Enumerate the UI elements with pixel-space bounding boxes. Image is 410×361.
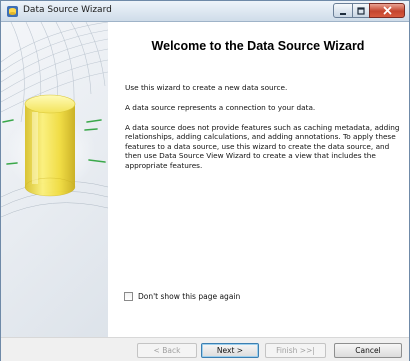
close-icon [383,2,392,20]
intro-paragraph: Use this wizard to create a new data sou… [125,83,288,92]
close-button[interactable] [369,3,405,18]
next-button[interactable]: Next > [201,343,259,358]
banner-panel [1,22,108,337]
maximize-button[interactable] [352,3,370,18]
maximize-icon [357,2,365,20]
dont-show-again-checkbox[interactable] [124,292,133,301]
banner-graphic [1,22,108,218]
dont-show-again-label[interactable]: Don't show this page again [138,292,240,301]
minimize-icon [339,2,347,20]
button-bar: < Back Next > Finish >>| Cancel [1,337,409,361]
wizard-window: Data Source Wizard Welcome to the Data S… [0,0,410,361]
cancel-button[interactable]: Cancel [334,343,402,358]
page-title: Welcome to the Data Source Wizard [151,39,365,53]
finish-button[interactable]: Finish >>| [265,343,326,358]
window-title: Data Source Wizard [23,5,112,15]
wizard-content: Welcome to the Data Source Wizard Use th… [108,22,409,337]
caption-buttons [333,3,405,18]
dont-show-again-row[interactable]: Don't show this page again [124,292,240,301]
data-source-icon [6,5,19,18]
database-cylinder-icon [24,94,76,197]
definition-paragraph: A data source represents a connection to… [125,103,316,112]
minimize-button[interactable] [333,3,353,18]
back-button[interactable]: < Back [137,343,197,358]
details-paragraph: A data source does not provide features … [125,123,400,170]
title-bar[interactable]: Data Source Wizard [1,1,409,22]
